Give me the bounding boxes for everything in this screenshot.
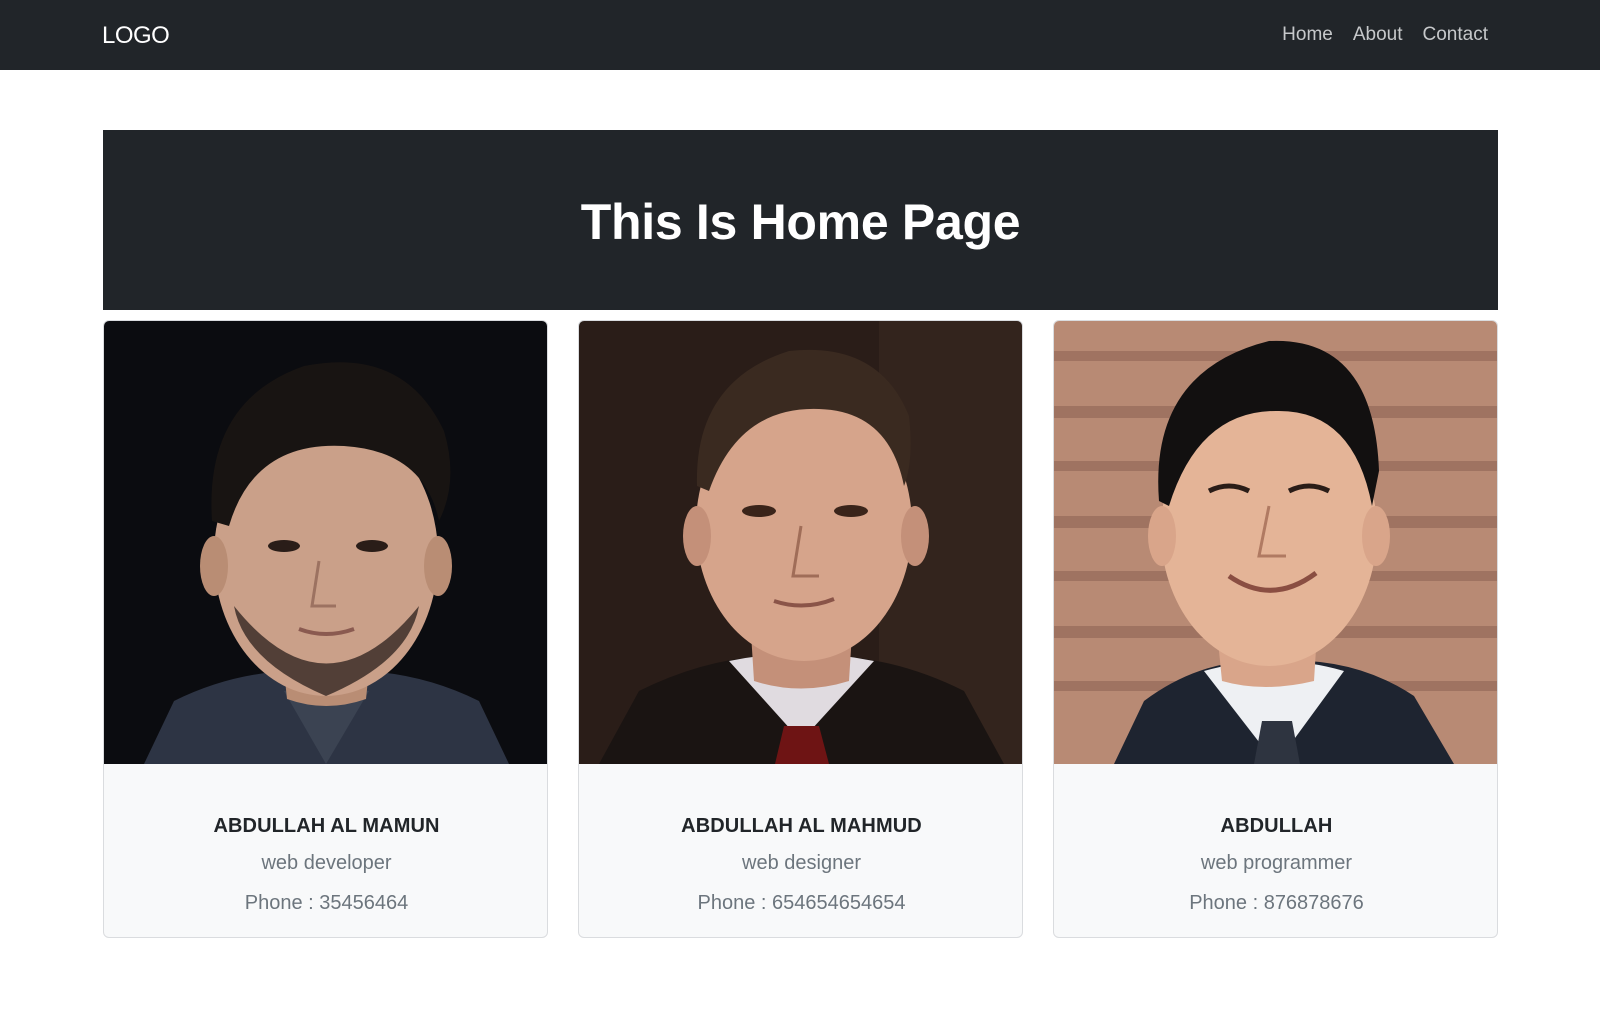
card-phone: Phone : 35456464 [244,892,409,914]
profile-card: ABDULLAH web programmer Phone : 87687867… [1053,320,1498,938]
card-phone: Phone : 876878676 [1189,892,1364,914]
card-name: ABDULLAH [1220,815,1333,837]
profile-photo [104,321,547,764]
navbar: LOGO Home About Contact [0,0,1600,70]
profile-card: ABDULLAH AL MAMUN web developer Phone : … [103,320,548,938]
nav-link-about[interactable]: About [1353,22,1403,48]
card-name: ABDULLAH AL MAMUN [213,815,440,837]
card-role: web programmer [1200,852,1353,874]
nav-link-home[interactable]: Home [1282,22,1333,48]
hero-banner: This Is Home Page [103,130,1498,310]
profile-photo [579,321,1022,764]
logo-link[interactable]: LOGO [102,20,170,52]
card-body: ABDULLAH AL MAMUN web developer Phone : … [104,764,547,937]
page-title: This Is Home Page [580,194,1021,250]
card-name: ABDULLAH AL MAHMUD [681,815,922,837]
card-role: web developer [261,852,392,874]
profile-photo [1054,321,1497,764]
card-phone: Phone : 654654654654 [697,892,906,914]
nav-link-contact[interactable]: Contact [1423,22,1488,48]
card-body: ABDULLAH web programmer Phone : 87687867… [1054,764,1497,937]
profile-card: ABDULLAH AL MAHMUD web designer Phone : … [578,320,1023,938]
card-body: ABDULLAH AL MAHMUD web designer Phone : … [579,764,1022,937]
nav-links: Home About Contact [1282,22,1488,48]
profile-cards: ABDULLAH AL MAMUN web developer Phone : … [103,320,1498,938]
card-role: web designer [742,852,861,874]
